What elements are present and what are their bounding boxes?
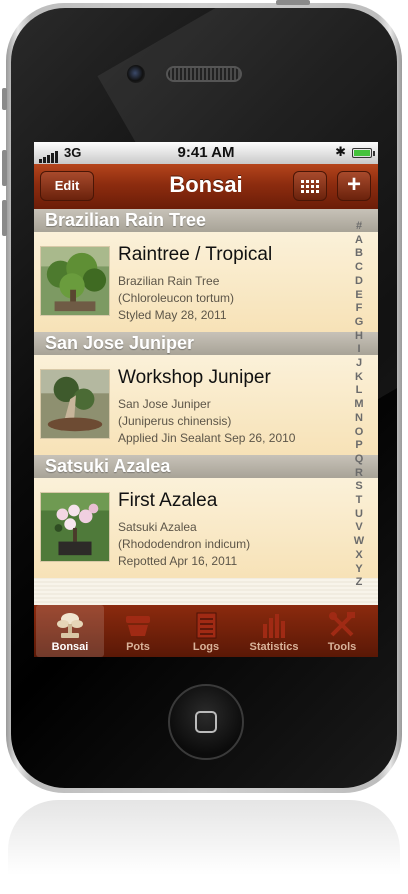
home-square-icon: [195, 711, 217, 733]
grid-view-icon: [301, 180, 319, 193]
index-letter[interactable]: K: [352, 371, 366, 385]
item-last-event: Applied Jin Sealant Sep 26, 2010: [118, 431, 296, 445]
index-letter[interactable]: F: [352, 302, 366, 316]
log-book-icon: [196, 612, 217, 639]
index-letter[interactable]: W: [352, 535, 366, 549]
section-header: San Jose Juniper: [34, 332, 378, 355]
list-item[interactable]: Workshop Juniper San Jose Juniper (Junip…: [34, 355, 378, 455]
list-item[interactable]: Raintree / Tropical Brazilian Rain Tree …: [34, 232, 378, 332]
tree-photo: [40, 369, 110, 439]
status-time: 9:41 AM: [177, 144, 235, 161]
index-letter[interactable]: H: [352, 330, 366, 344]
index-letter[interactable]: Q: [352, 453, 366, 467]
front-camera-icon: [127, 65, 145, 83]
tab-label: Logs: [192, 641, 220, 653]
status-bar: 3G 9:41 AM ✱: [34, 142, 378, 164]
tree-photo: [40, 246, 110, 316]
tab-tools[interactable]: Tools: [308, 605, 376, 657]
tab-logs[interactable]: Logs: [172, 605, 240, 657]
index-letter[interactable]: Y: [352, 563, 366, 577]
home-button[interactable]: [168, 684, 244, 760]
item-last-event: Styled May 28, 2011: [118, 308, 227, 322]
index-letter[interactable]: T: [352, 494, 366, 508]
index-letter[interactable]: E: [352, 289, 366, 303]
tab-bar: Bonsai Pots Logs Statistics Tools: [34, 605, 378, 657]
tools-icon: [329, 612, 355, 637]
index-letter[interactable]: P: [352, 439, 366, 453]
tab-statistics[interactable]: Statistics: [240, 605, 308, 657]
earpiece-speaker: [166, 66, 242, 82]
item-title: Workshop Juniper: [118, 367, 271, 388]
section-header: Satsuki Azalea: [34, 455, 378, 478]
app-screen: 3G 9:41 AM ✱ Edit Bonsai + Brazilian Rai…: [34, 142, 378, 657]
bonsai-list[interactable]: Brazilian Rain Tree Raintree / Tropical …: [34, 209, 378, 605]
item-last-event: Repotted Apr 16, 2011: [118, 554, 238, 568]
bluetooth-icon: ✱: [335, 144, 346, 159]
item-title: First Azalea: [118, 490, 218, 511]
tab-pots[interactable]: Pots: [104, 605, 172, 657]
index-letter[interactable]: O: [352, 426, 366, 440]
index-letter[interactable]: X: [352, 549, 366, 563]
index-letter[interactable]: J: [352, 357, 366, 371]
tab-label: Statistics: [249, 641, 299, 653]
index-letter[interactable]: V: [352, 521, 366, 535]
add-bonsai-button[interactable]: +: [337, 171, 371, 201]
index-letter[interactable]: B: [352, 247, 366, 261]
item-latin-name: (Chloroleucon tortum): [118, 291, 235, 305]
list-item[interactable]: First Azalea Satsuki Azalea (Rhododendro…: [34, 478, 378, 578]
item-title: Raintree / Tropical: [118, 244, 273, 265]
item-species: Satsuki Azalea: [118, 520, 197, 534]
index-letter[interactable]: U: [352, 508, 366, 522]
battery-icon: [352, 148, 375, 158]
pot-icon: [126, 616, 150, 636]
tab-bonsai[interactable]: Bonsai: [36, 605, 104, 657]
item-species: Brazilian Rain Tree: [118, 274, 220, 288]
index-letter[interactable]: C: [352, 261, 366, 275]
index-letter[interactable]: #: [352, 220, 366, 234]
index-letter[interactable]: D: [352, 275, 366, 289]
index-letter[interactable]: I: [352, 343, 366, 357]
index-letter[interactable]: N: [352, 412, 366, 426]
tab-label: Pots: [126, 641, 150, 653]
sleep-button: [276, 0, 310, 5]
section-header: Brazilian Rain Tree: [34, 209, 378, 232]
item-latin-name: (Juniperus chinensis): [118, 414, 232, 428]
section-index[interactable]: # A B C D E F G H I J K L M N O P Q R S T U V W X Y Z: [352, 220, 366, 590]
index-letter[interactable]: R: [352, 467, 366, 481]
tab-label: Bonsai: [51, 641, 89, 653]
navigation-bar: Edit Bonsai +: [34, 164, 378, 209]
bonsai-tree-icon: [57, 613, 83, 638]
mute-switch: [2, 88, 7, 110]
grid-view-button[interactable]: [293, 171, 327, 201]
index-letter[interactable]: M: [352, 398, 366, 412]
index-letter[interactable]: S: [352, 480, 366, 494]
item-species: San Jose Juniper: [118, 397, 211, 411]
index-letter[interactable]: Z: [352, 576, 366, 590]
index-letter[interactable]: A: [352, 234, 366, 248]
index-letter[interactable]: L: [352, 384, 366, 398]
volume-up-button: [2, 150, 7, 186]
volume-down-button: [2, 200, 7, 236]
index-letter[interactable]: G: [352, 316, 366, 330]
bar-chart-icon: [263, 614, 285, 638]
tab-label: Tools: [327, 641, 357, 653]
item-latin-name: (Rhododendron indicum): [118, 537, 251, 551]
phone-reflection: [8, 800, 400, 894]
tree-photo: [40, 492, 110, 562]
